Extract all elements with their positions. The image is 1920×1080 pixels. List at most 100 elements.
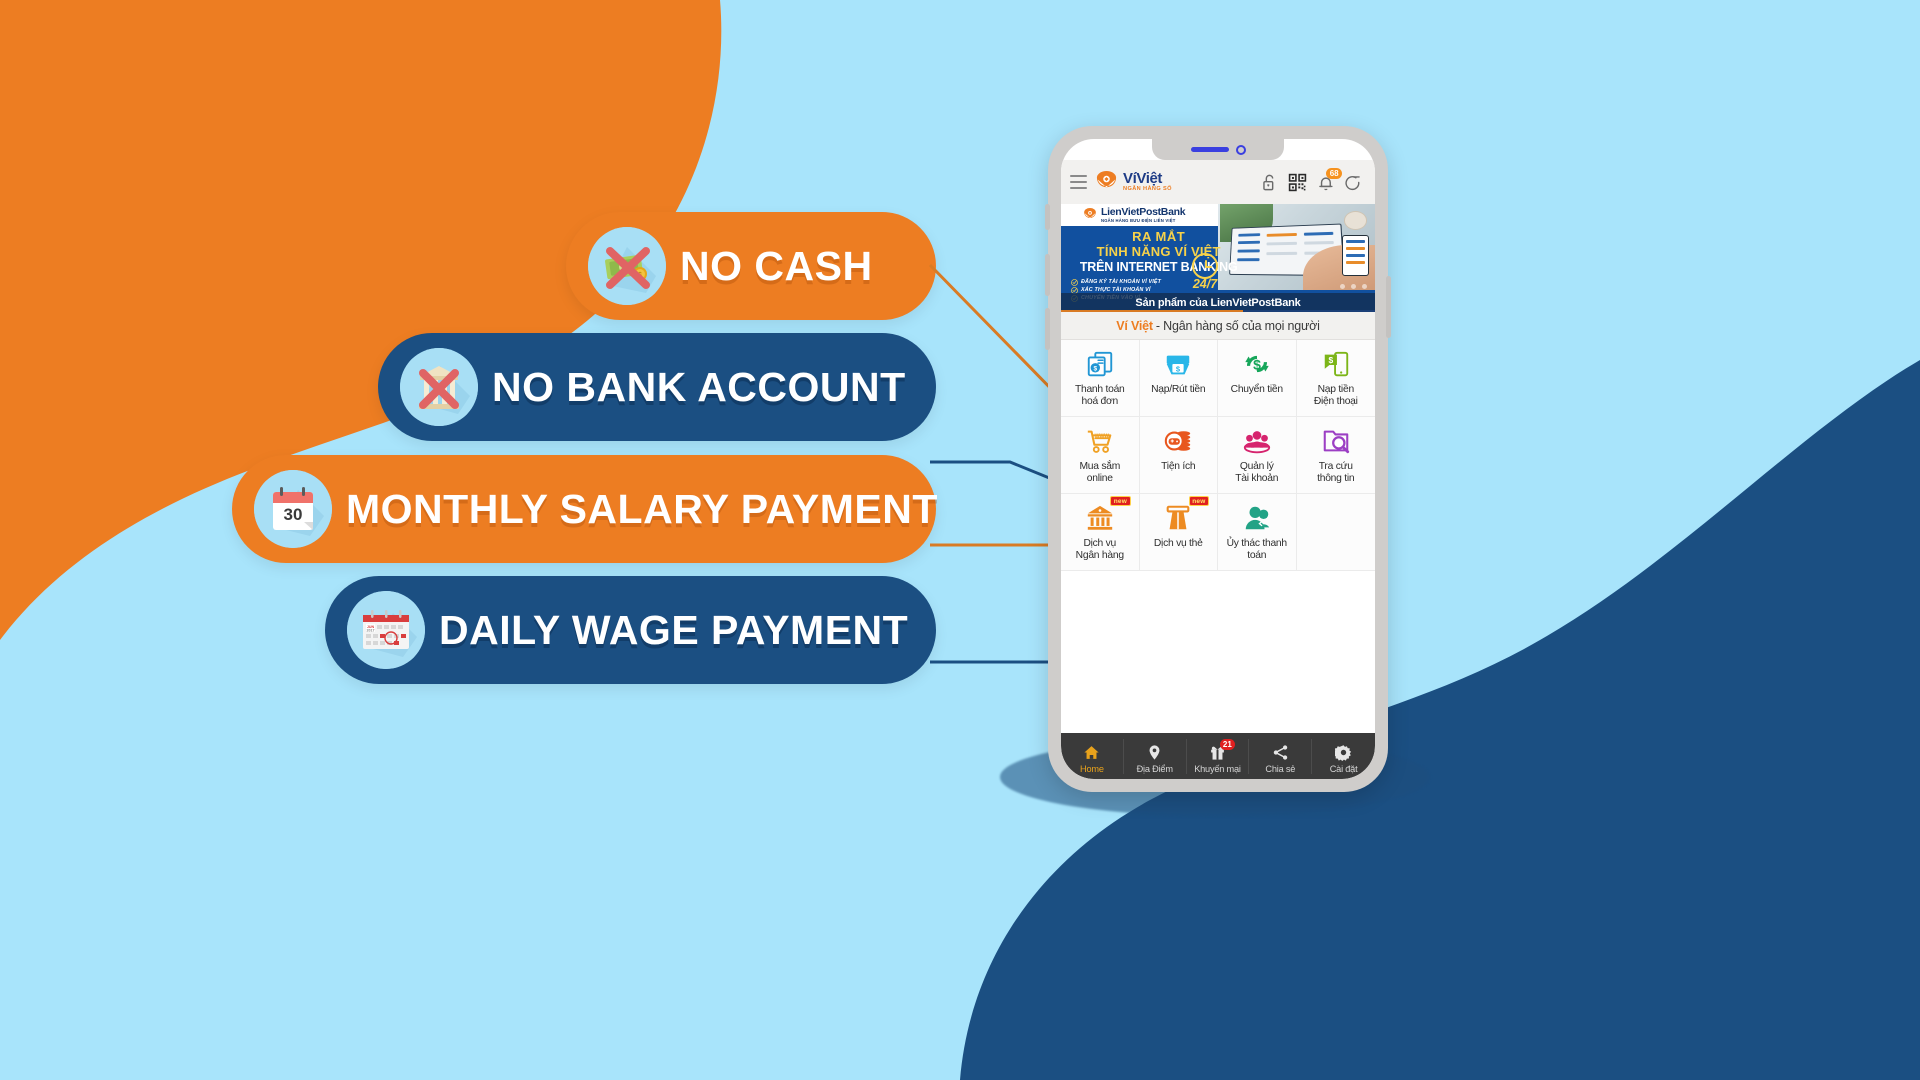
logout-icon[interactable] — [1344, 173, 1363, 192]
nav-item-label: Địa Điểm — [1136, 763, 1173, 774]
brand-text: VíViệt NGÂN HÀNG SỐ — [1123, 171, 1172, 193]
grid-cell-empty — [1297, 494, 1376, 570]
app-header: VíViệt NGÂN HÀNG SỐ 68 — [1061, 160, 1375, 204]
carousel-dot[interactable] — [1351, 284, 1356, 289]
grid-cell-label: Thanh toán hoá đơn — [1074, 384, 1125, 408]
nav-item-cai-dat[interactable]: Cài đặt — [1312, 739, 1375, 774]
promo-247-badge: 24/7 — [1183, 253, 1227, 292]
promo-line-3-prefix: TRÊN — [1079, 259, 1117, 274]
grid-row: new Dịch vụ Ngân hàng new Dịch vụ thẻ Ủy… — [1061, 494, 1375, 571]
notification-bell-icon[interactable]: 68 — [1316, 167, 1342, 192]
payment-trust-icon — [1245, 506, 1269, 530]
account-management-icon — [1243, 431, 1270, 454]
promo-bullet-text: ĐĂNG KÝ TÀI KHOẢN VÍ VIỆT — [1081, 279, 1162, 285]
grid-cell-nap-rut-tien[interactable]: $ Nạp/Rút tiền — [1140, 340, 1218, 416]
silent-switch-button[interactable] — [1045, 204, 1050, 230]
promo-bank-name: LienVietPostBank — [1101, 205, 1186, 218]
check-circle-icon — [1071, 278, 1078, 286]
grid-empty-space — [1061, 571, 1375, 733]
grid-cell-tra-cuu-thong-tin[interactable]: Tra cứu thông tin — [1297, 417, 1376, 493]
nav-item-label: Khuyến mại — [1194, 763, 1241, 774]
connector-lines — [928, 263, 1209, 664]
grid-row: $ Thanh toán hoá đơn $ Nạp/Rút tiền $ Ch… — [1061, 340, 1375, 417]
card-services-atm-icon — [1166, 505, 1190, 530]
grid-cell-label: Ủy thác thanh toán — [1226, 538, 1288, 562]
promo-247-text: 24/7 — [1192, 277, 1218, 292]
grid-cell-label: Tra cứu thông tin — [1317, 461, 1355, 485]
viviet-logo-icon — [1096, 170, 1117, 187]
app-brand: VíViệt NGÂN HÀNG SỐ — [1095, 170, 1172, 194]
mobile-topup-icon: $ — [1324, 351, 1348, 377]
promo-banner[interactable]: LienVietPostBank NGÂN HÀNG BƯU ĐIỆN LIÊN… — [1061, 204, 1375, 312]
clock-icon — [1192, 253, 1218, 280]
location-pin-icon — [1149, 744, 1160, 760]
photo-phone — [1342, 234, 1369, 277]
promo-bank-subtitle: NGÂN HÀNG BƯU ĐIỆN LIÊN VIỆT — [1101, 218, 1176, 224]
grid-cell-uy-thac-thanh-toan[interactable]: Ủy thác thanh toán — [1218, 494, 1297, 570]
svg-text:$: $ — [1093, 366, 1097, 373]
promo-bank-text: LienVietPostBank NGÂN HÀNG BƯU ĐIỆN LIÊN… — [1101, 205, 1186, 224]
grid-cell-label: Nạp/Rút tiền — [1151, 384, 1206, 395]
nav-item-label: Chia sẻ — [1265, 763, 1296, 774]
search-info-icon — [1323, 430, 1349, 454]
grid-cell-label: Nạp tiền Điện thoại — [1313, 384, 1358, 408]
grid-cell-tien-ich[interactable]: Tiện ích — [1140, 417, 1218, 493]
notification-count-badge: 68 — [1326, 167, 1342, 179]
share-icon — [1273, 744, 1288, 760]
promo-carousel-dots[interactable] — [1340, 284, 1367, 289]
bank-services-icon — [1087, 505, 1112, 530]
bill-payment-icon: $ — [1087, 351, 1112, 377]
phone-screen: VíViệt NGÂN HÀNG SỐ 68 LienVietPostBank … — [1061, 139, 1375, 779]
carousel-dot[interactable] — [1340, 284, 1345, 289]
svg-text:$: $ — [1328, 355, 1333, 365]
promo-progress-underline — [1061, 309, 1375, 312]
tagline-rest: - Ngân hàng số của mọi người — [1155, 318, 1320, 333]
carousel-dot[interactable] — [1362, 284, 1367, 289]
grid-cell-label: Chuyển tiền — [1230, 384, 1283, 395]
utilities-gamepad-icon — [1165, 431, 1191, 451]
header-icon-group: 68 — [1260, 167, 1366, 192]
promo-count-badge: 21 — [1219, 738, 1235, 750]
nav-item-home[interactable]: Home — [1061, 738, 1124, 774]
photo-coffee-cup — [1343, 210, 1368, 230]
brand-name: VíViệt — [1123, 170, 1163, 188]
front-camera-icon — [1235, 144, 1246, 155]
phone-notch — [1152, 139, 1284, 160]
svg-text:WWW: WWW — [1094, 433, 1109, 439]
grid-cell-dich-vu-the[interactable]: new Dịch vụ thẻ — [1140, 494, 1218, 570]
grid-cell-chuyen-tien[interactable]: $ Chuyển tiền — [1218, 340, 1297, 416]
speaker-grille-icon — [1190, 147, 1229, 152]
home-icon — [1084, 745, 1099, 759]
grid-cell-nap-tien-dien-thoai[interactable]: $ Nạp tiền Điện thoại — [1297, 340, 1376, 416]
nav-item-dia-diem[interactable]: Địa Điểm — [1124, 738, 1187, 774]
qr-code-icon[interactable] — [1288, 173, 1307, 192]
new-badge: new — [1110, 496, 1131, 506]
bottom-navigation-bar: Home Địa Điểm 21 Khuyến mại Chia sẻ Cài … — [1061, 733, 1375, 779]
app-service-grid: $ Thanh toán hoá đơn $ Nạp/Rút tiền $ Ch… — [1061, 340, 1375, 733]
grid-cell-thanh-toan-hoa-don[interactable]: $ Thanh toán hoá đơn — [1061, 340, 1140, 416]
phone-body: VíViệt NGÂN HÀNG SỐ 68 LienVietPostBank … — [1045, 126, 1391, 792]
phone-mockup: VíViệt NGÂN HÀNG SỐ 68 LienVietPostBank … — [1045, 126, 1391, 792]
shopping-cart-www-icon: WWW — [1087, 430, 1112, 453]
gift-promo-icon: 21 — [1209, 738, 1235, 761]
nav-item-khuyen-mai[interactable]: 21 Khuyến mại — [1187, 738, 1250, 774]
deposit-withdraw-icon: $ — [1167, 355, 1190, 375]
grid-cell-label: Quản lý Tài khoản — [1235, 461, 1279, 485]
money-transfer-icon: $ — [1245, 355, 1269, 373]
grid-cell-dich-vu-ngan-hang[interactable]: new Dịch vụ Ngân hàng — [1061, 494, 1140, 570]
volume-down-button[interactable] — [1045, 308, 1050, 350]
hamburger-menu-icon[interactable] — [1070, 174, 1087, 190]
nav-item-label: Cài đặt — [1329, 763, 1358, 774]
tagline-brand: Ví Việt — [1116, 318, 1153, 333]
volume-up-button[interactable] — [1045, 254, 1050, 296]
grid-cell-label: Tiện ích — [1161, 461, 1196, 472]
grid-cell-quan-ly-tai-khoan[interactable]: Quản lý Tài khoản — [1218, 417, 1297, 493]
promo-line-1: RA MẮT — [1132, 229, 1186, 244]
grid-cell-label: Dịch vụ thẻ — [1153, 538, 1203, 549]
grid-cell-mua-sam-online[interactable]: WWW Mua sắm online — [1061, 417, 1140, 493]
nav-item-chia-se[interactable]: Chia sẻ — [1249, 738, 1313, 774]
unlock-icon[interactable] — [1260, 173, 1279, 192]
power-button[interactable] — [1386, 276, 1391, 338]
new-badge: new — [1188, 496, 1209, 506]
grid-row: WWW Mua sắm online Tiện ích Quản lý Tài … — [1061, 417, 1375, 494]
